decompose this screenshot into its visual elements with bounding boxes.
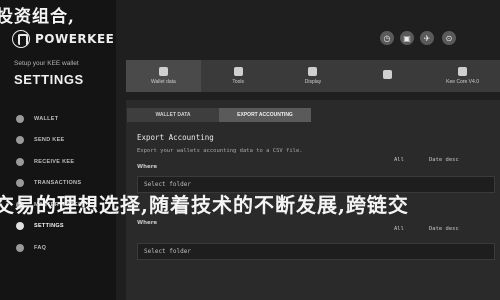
subtabs: WALLET DATA EXPORT ACCOUNTING xyxy=(127,108,311,122)
sidebar-item-settings[interactable]: SETTINGS xyxy=(16,216,82,238)
display-icon xyxy=(308,67,318,76)
brand-logo: POWERKEE xyxy=(12,30,114,48)
sidebar-item-faq[interactable]: FAQ xyxy=(16,237,82,259)
filter-all-select-2[interactable]: All xyxy=(394,226,404,232)
sidebar-nav: WALLET SEND KEE RECEIVE KEE TRANSACTIONS… xyxy=(16,108,82,259)
sidebar-item-label: FAQ xyxy=(34,244,47,251)
tab-label: Tools xyxy=(232,79,245,85)
watermark-middle: 交易的理想选择,随着技术的不断发展,跨链交 xyxy=(0,193,409,217)
export-heading: Export Accounting xyxy=(137,133,214,142)
sidebar-item-wallet[interactable]: WALLET xyxy=(16,108,82,130)
tab-tools[interactable]: Tools xyxy=(201,60,276,92)
tab-label: Kee Core V4.0 xyxy=(446,79,479,85)
wallet-icon xyxy=(16,114,24,123)
sidebar-title: SETTINGS xyxy=(14,72,84,87)
gear-icon xyxy=(16,222,24,231)
watermark-top: 投资组合, xyxy=(0,7,75,27)
tab-label: Wallet data xyxy=(150,79,176,85)
box-icon[interactable]: ▣ xyxy=(400,31,414,45)
send-icon[interactable]: ✈ xyxy=(420,31,434,45)
faq-icon xyxy=(16,243,24,252)
sort-date-select-2[interactable]: Date desc xyxy=(429,226,459,232)
power-icon[interactable]: ⊙ xyxy=(442,31,456,45)
sidebar-item-label: SEND KEE xyxy=(34,137,65,144)
where-label-2: Where xyxy=(137,220,158,226)
sort-date-select[interactable]: Date desc xyxy=(429,157,459,163)
sidebar-item-send[interactable]: SEND KEE xyxy=(16,130,82,152)
tab-kee-core[interactable]: Kee Core V4.0 xyxy=(425,60,500,92)
filter-all-select[interactable]: All xyxy=(394,157,404,163)
subtab-export-accounting[interactable]: EXPORT ACCOUNTING xyxy=(219,108,311,122)
sidebar-item-label: TRANSACTIONS xyxy=(34,180,82,187)
where-label: Where xyxy=(137,164,158,170)
tab-icon xyxy=(383,70,393,79)
tab-extra[interactable] xyxy=(350,60,425,92)
tab-display[interactable]: Display xyxy=(276,60,351,92)
tools-icon xyxy=(233,67,243,76)
tab-wallet-data[interactable]: Wallet data xyxy=(126,60,201,92)
subtab-wallet-data[interactable]: WALLET DATA xyxy=(127,108,219,122)
folder-field-2[interactable]: Select folder xyxy=(137,243,495,260)
sidebar-item-receive[interactable]: RECEIVE KEE xyxy=(16,151,82,173)
powerkee-logo-icon xyxy=(12,30,30,48)
sidebar-subtitle: Setup your KEE wallet xyxy=(14,60,79,67)
sidebar-item-label: RECEIVE KEE xyxy=(34,158,75,165)
clock-icon[interactable]: ◷ xyxy=(380,31,394,45)
sidebar: POWERKEE Setup your KEE wallet SETTINGS … xyxy=(0,0,116,300)
brand-name: POWERKEE xyxy=(35,32,115,46)
transactions-icon xyxy=(16,179,24,188)
tab-label: Display xyxy=(304,79,322,85)
sidebar-item-label: WALLET xyxy=(34,115,59,122)
export-description: Export your wallets accounting data to a… xyxy=(137,148,303,154)
wallet-data-icon xyxy=(158,67,168,76)
info-icon xyxy=(458,67,468,76)
settings-tabs: Wallet data Tools Display Kee Core V4.0 xyxy=(126,60,500,92)
sidebar-item-label: SETTINGS xyxy=(34,223,64,230)
receive-icon xyxy=(16,157,24,166)
send-icon xyxy=(16,136,24,145)
